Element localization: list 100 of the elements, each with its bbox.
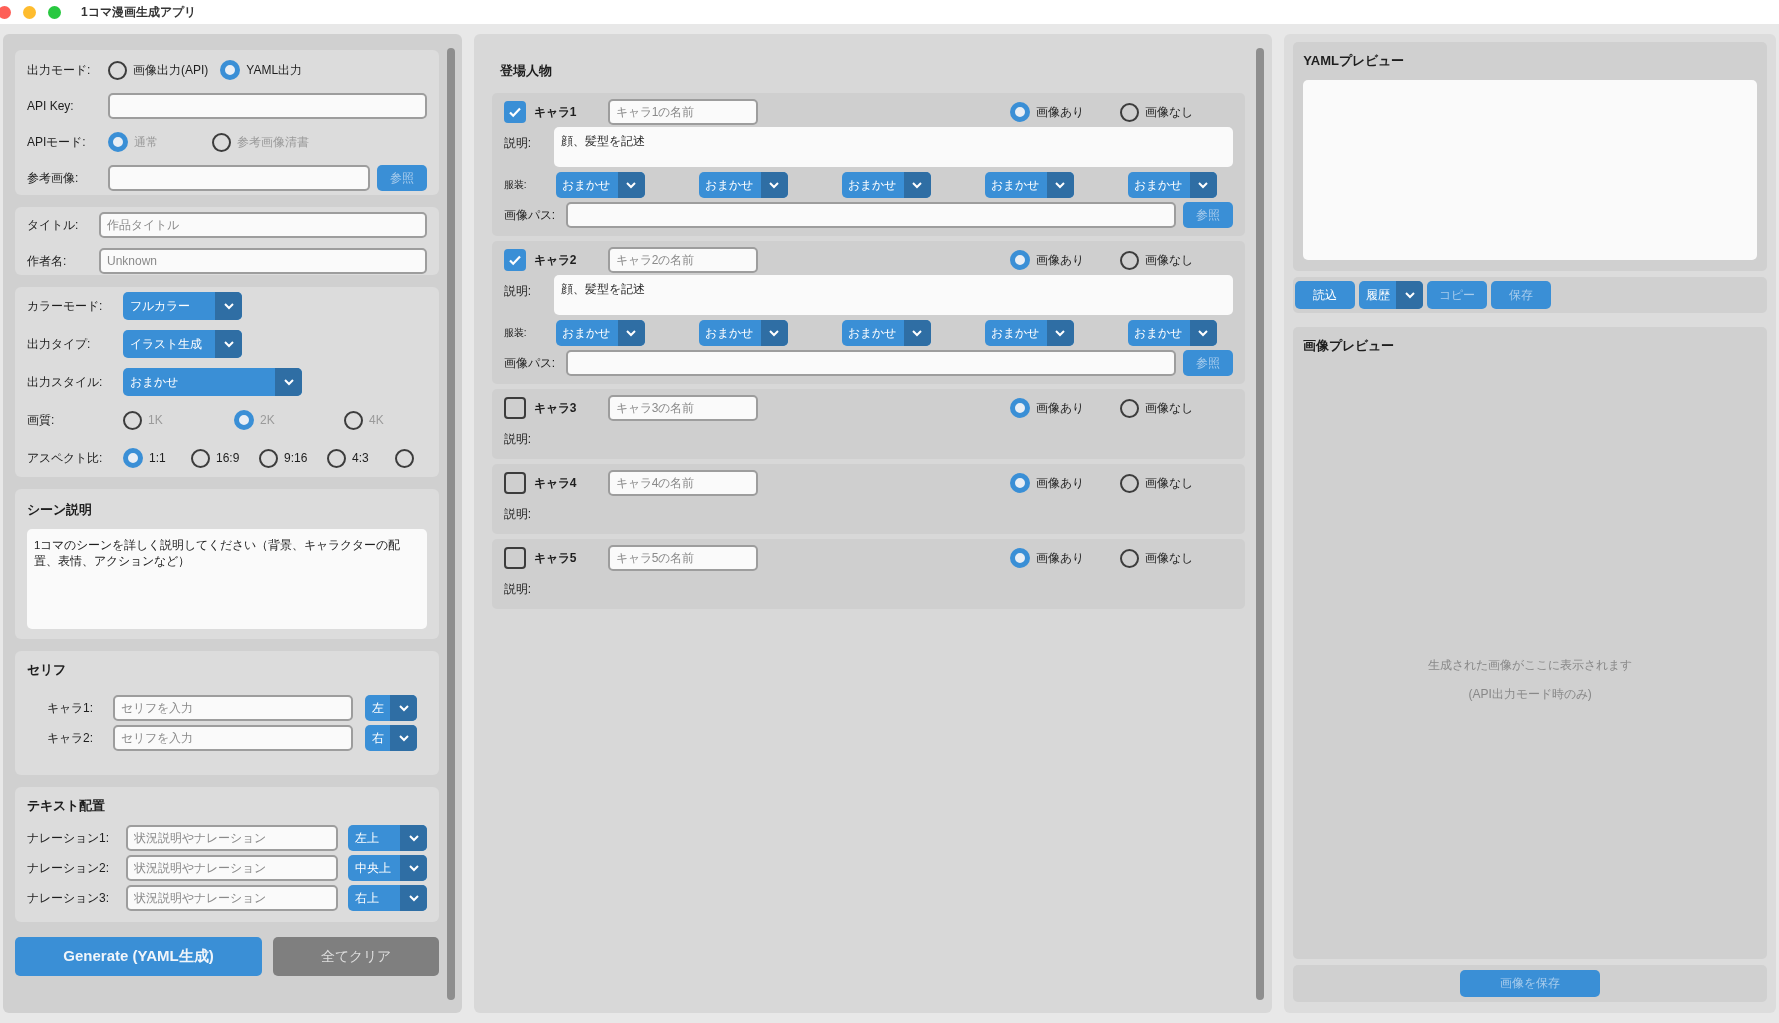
output-style-dropdown[interactable]: おまかせ <box>123 368 302 396</box>
narration-field[interactable]: 状況説明やナレーション <box>126 885 338 911</box>
browse-button[interactable]: 参照 <box>1182 202 1233 228</box>
radio-option[interactable]: 9:16 <box>259 448 327 468</box>
costume-dropdown[interactable]: おまかせ <box>1127 320 1217 346</box>
browse-button[interactable]: 参照 <box>377 165 427 191</box>
api-key-field[interactable] <box>108 93 427 119</box>
field-label: 出力タイプ: <box>27 335 92 353</box>
radio-option[interactable]: 画像あり <box>1009 473 1084 493</box>
field-label: アスペクト比: <box>27 449 104 467</box>
description-field[interactable]: 顔、髪型を記述 <box>553 127 1233 167</box>
costume-dropdown[interactable]: おまかせ <box>841 320 931 346</box>
chevron-down-icon <box>911 329 924 337</box>
image-path-field[interactable] <box>565 202 1176 228</box>
name-field[interactable]: キャラ3の名前 <box>607 395 758 421</box>
radio-option[interactable]: 画像あり <box>1009 548 1084 568</box>
chevron-down-icon <box>397 704 410 712</box>
field-label: 出力スタイル: <box>27 373 104 391</box>
chevron-down-icon <box>911 181 924 189</box>
reference-image-field[interactable] <box>108 165 371 191</box>
chevron-down-icon <box>407 834 420 842</box>
radio-option[interactable]: 4:3 <box>327 448 395 468</box>
checkbox[interactable] <box>503 249 526 271</box>
field-label: 説明: <box>503 135 533 152</box>
checkbox[interactable] <box>503 101 526 123</box>
title-field[interactable]: 作品タイトル <box>99 212 427 238</box>
color-mode-dropdown[interactable]: フルカラー <box>123 292 242 320</box>
field-label: 作者名: <box>27 252 68 270</box>
empty-message: 生成された画像がここに表示されます <box>1428 657 1633 674</box>
minimize-window-icon[interactable] <box>23 5 36 19</box>
radio-option[interactable]: 画像なし <box>1119 473 1193 493</box>
radio-option[interactable]: 画像なし <box>1119 548 1193 568</box>
author-field[interactable]: Unknown <box>99 248 427 274</box>
section-heading: テキスト配置 <box>27 797 106 815</box>
dialogue-field[interactable]: セリフを入力 <box>113 695 353 721</box>
field-label: タイトル: <box>27 216 80 234</box>
chevron-down-icon <box>282 378 295 386</box>
radio-option[interactable]: 画像出力(API) <box>108 60 209 80</box>
narration-field[interactable]: 状況説明やナレーション <box>126 825 338 851</box>
position-dropdown[interactable]: 右上 <box>347 885 427 911</box>
costume-dropdown[interactable]: おまかせ <box>555 320 645 346</box>
checkbox[interactable] <box>503 472 526 494</box>
radio-option[interactable]: 画像なし <box>1119 250 1193 270</box>
history-dropdown[interactable]: 履歴 <box>1359 281 1424 309</box>
radio-option[interactable]: YAML出力 <box>220 60 303 80</box>
character-label: キャラ3 <box>533 399 578 417</box>
field-label: 服装: <box>503 178 528 192</box>
character-label: キャラ2 <box>533 251 578 269</box>
chevron-down-icon <box>1054 329 1067 337</box>
close-window-icon[interactable] <box>0 5 11 19</box>
section-heading: 画像プレビュー <box>1303 337 1396 355</box>
name-field[interactable]: キャラ4の名前 <box>607 470 758 496</box>
name-field[interactable]: キャラ1の名前 <box>607 99 758 125</box>
chevron-down-icon <box>222 340 235 348</box>
checkbox[interactable] <box>503 397 526 419</box>
radio-option[interactable]: 画像あり <box>1009 250 1084 270</box>
toolbar-button[interactable]: 読込 <box>1295 281 1356 309</box>
position-dropdown[interactable]: 左上 <box>347 825 427 851</box>
section-heading: シーン説明 <box>27 501 93 519</box>
costume-dropdown[interactable]: おまかせ <box>698 320 788 346</box>
costume-dropdown[interactable]: おまかせ <box>555 172 645 198</box>
radio-option[interactable]: 1:1 <box>123 448 191 468</box>
field-label: 説明: <box>503 431 533 448</box>
field-label: ナレーション3: <box>27 889 110 907</box>
costume-dropdown[interactable]: おまかせ <box>1127 172 1217 198</box>
scrollbar[interactable] <box>1256 48 1265 1000</box>
browse-button[interactable]: 参照 <box>1182 350 1233 376</box>
narration-field[interactable]: 状況説明やナレーション <box>126 855 338 881</box>
costume-dropdown[interactable]: おまかせ <box>841 172 931 198</box>
scrollbar[interactable] <box>446 48 455 1000</box>
output-type-dropdown[interactable]: イラスト生成 <box>123 330 242 358</box>
position-dropdown[interactable]: 左 <box>365 695 417 721</box>
generate-button[interactable]: Generate (YAML生成) <box>15 937 262 976</box>
clear-button[interactable]: 全てクリア <box>273 937 439 976</box>
image-path-field[interactable] <box>565 350 1176 376</box>
empty-note: (API出力モード時のみ) <box>1468 686 1592 703</box>
name-field[interactable]: キャラ5の名前 <box>607 545 758 571</box>
chevron-down-icon <box>1197 329 1210 337</box>
radio-option[interactable]: 16:9 <box>191 448 259 468</box>
section-heading: YAMLプレビュー <box>1303 52 1405 70</box>
costume-dropdown[interactable]: おまかせ <box>984 320 1074 346</box>
costume-dropdown[interactable]: おまかせ <box>698 172 788 198</box>
field-label: 画像パス: <box>503 354 557 372</box>
radio-option[interactable]: 画像あり <box>1009 102 1084 122</box>
field-label: カラーモード: <box>27 297 104 315</box>
description-field[interactable]: 顔、髪型を記述 <box>553 275 1233 315</box>
radio-option[interactable]: 画像なし <box>1119 102 1193 122</box>
dialogue-field[interactable]: セリフを入力 <box>113 725 353 751</box>
radio-option[interactable]: 画像なし <box>1119 398 1193 418</box>
checkbox[interactable] <box>503 547 526 569</box>
scene-text-area[interactable]: 1コマのシーンを詳しく説明してください（背景、キャラクターの配置、表情、アクションなど） <box>27 529 427 629</box>
field-label: APIモード: <box>27 133 87 151</box>
field-label: ナレーション2: <box>27 859 110 877</box>
chevron-down-icon <box>625 329 638 337</box>
position-dropdown[interactable]: 右 <box>365 725 417 751</box>
maximize-window-icon[interactable] <box>48 5 61 19</box>
radio-option[interactable]: 画像あり <box>1009 398 1084 418</box>
name-field[interactable]: キャラ2の名前 <box>607 247 758 273</box>
position-dropdown[interactable]: 中央上 <box>347 855 427 881</box>
costume-dropdown[interactable]: おまかせ <box>984 172 1074 198</box>
